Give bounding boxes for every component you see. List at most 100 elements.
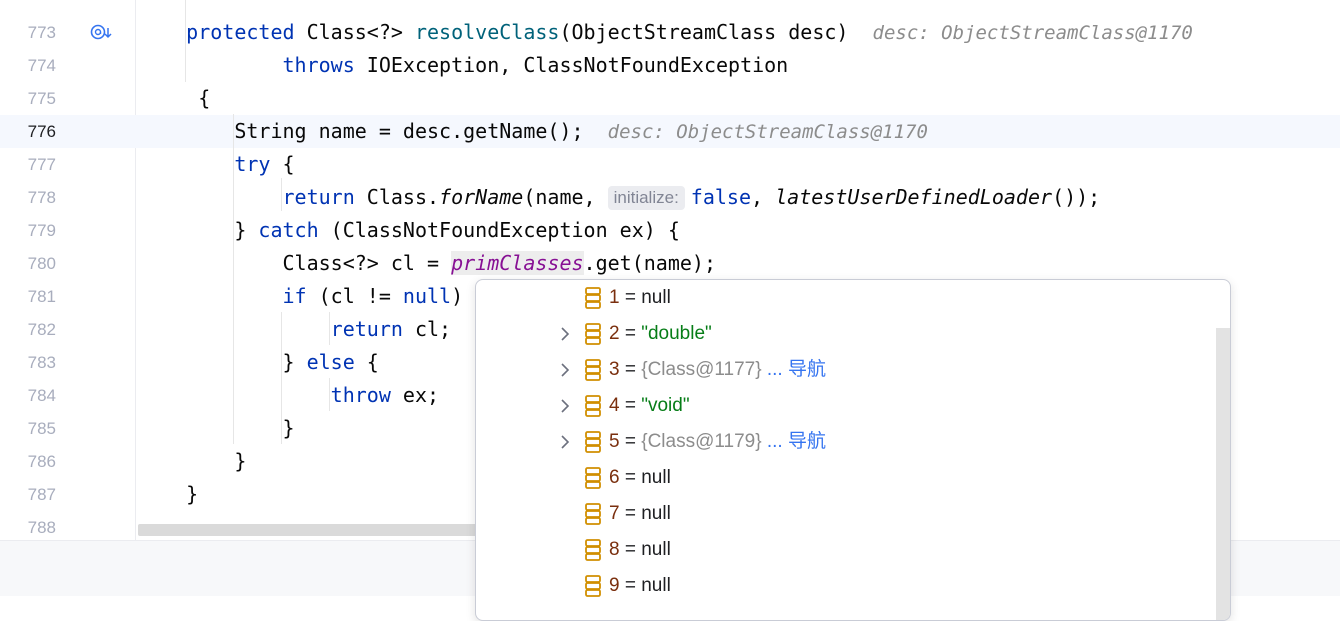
element-value: "void" [641, 395, 690, 416]
code-text[interactable]: } [138, 412, 295, 445]
code-line[interactable]: 775 { [0, 82, 1340, 115]
code-token: { [354, 350, 379, 374]
horizontal-scrollbar[interactable] [138, 524, 478, 536]
code-text[interactable]: { [138, 82, 210, 115]
code-text[interactable]: return Class.forName(name, initialize: fal… [138, 181, 1100, 214]
element-entry: 1 = null [609, 280, 671, 316]
override-method-icon[interactable] [88, 20, 114, 46]
code-text[interactable]: throw ex; [138, 379, 439, 412]
code-text[interactable]: return cl; [138, 313, 451, 346]
code-token: cl; [402, 317, 452, 341]
line-number: 785 [27, 419, 56, 438]
code-text[interactable]: } [138, 445, 246, 478]
code-text[interactable]: try { [138, 148, 295, 181]
line-number: 787 [27, 485, 56, 504]
element-value: {Class@1177} [641, 359, 767, 380]
indent-guide [329, 378, 330, 411]
equals-sign: = [619, 539, 642, 560]
array-element-row[interactable]: 8 = null [476, 532, 1216, 568]
static-method-call: forName [439, 185, 524, 209]
line-number: 778 [27, 188, 56, 207]
keyword: if [282, 284, 307, 308]
element-entry: 5 = {Class@1179} ... 导航 [609, 424, 826, 460]
code-token: ) [451, 284, 464, 308]
array-element-row[interactable]: 6 = null [476, 460, 1216, 496]
code-text[interactable]: String name = desc.getName(); desc: Obje… [138, 115, 928, 149]
equals-sign: = [619, 467, 642, 488]
keyword: throws [282, 53, 355, 77]
equals-sign: = [619, 395, 642, 416]
array-element-row[interactable]: 4 = "void" [476, 388, 1216, 424]
line-number: 780 [27, 254, 56, 273]
debug-value-popup[interactable]: 1 = null 2 = "double" 3 = {Class@1177} ...… [475, 279, 1231, 621]
array-element-row[interactable]: 9 = null [476, 568, 1216, 604]
line-number: 775 [27, 89, 56, 108]
code-line[interactable]: 777 try { [0, 148, 1340, 181]
inline-debug-value: desc: ObjectStreamClass@1170 [607, 121, 928, 143]
array-element-icon [584, 286, 602, 310]
code-text[interactable]: } catch (ClassNotFoundException ex) { [138, 214, 680, 247]
code-text[interactable]: if (cl != null) [138, 280, 464, 313]
array-element-icon [584, 466, 602, 490]
array-element-row[interactable]: 5 = {Class@1179} ... 导航 [476, 424, 1216, 460]
element-value: null [641, 539, 671, 560]
keyword: protected [186, 20, 295, 44]
indent-guide [329, 312, 330, 345]
code-token: ()); [1052, 185, 1101, 209]
equals-sign: = [619, 431, 642, 452]
inline-debug-value: desc: ObjectStreamClass@1170 [872, 22, 1193, 44]
element-index: 9 [609, 575, 620, 596]
equals-sign: = [619, 287, 642, 308]
code-text[interactable]: throws IOException, ClassNotFoundExcepti… [138, 49, 789, 82]
element-value: null [641, 467, 671, 488]
line-number: 777 [27, 155, 56, 174]
code-text[interactable]: } else { [138, 346, 379, 379]
code-line[interactable]: 778 return Class.forName(name, initialize… [0, 181, 1340, 214]
array-element-row[interactable]: 3 = {Class@1177} ... 导航 [476, 352, 1216, 388]
code-text[interactable]: protected Class<?> resolveClass(ObjectSt… [138, 16, 1193, 50]
code-token: { [270, 152, 295, 176]
code-token: (ClassNotFoundException ex) { [318, 218, 680, 242]
equals-sign: = [619, 503, 642, 524]
element-index: 8 [609, 539, 620, 560]
code-line[interactable]: 774 throws IOException, ClassNotFoundExc… [0, 49, 1340, 82]
code-line[interactable]: 780 Class<?> cl = primClasses.get(name); [0, 247, 1340, 280]
code-token: } [282, 350, 307, 374]
keyword: throw [330, 383, 391, 407]
code-token: (name, [523, 185, 596, 209]
array-element-icon [584, 394, 602, 418]
element-value: null [641, 575, 671, 596]
code-line[interactable]: 779 } catch (ClassNotFoundException ex) … [0, 214, 1340, 247]
array-element-icon [584, 502, 602, 526]
element-value: "double" [641, 323, 712, 344]
element-value: null [641, 287, 671, 308]
popup-vertical-scrollbar[interactable] [1216, 328, 1230, 620]
navigate-link[interactable]: ... 导航 [767, 431, 826, 452]
code-text[interactable]: } [138, 478, 198, 511]
element-value: {Class@1179} [641, 431, 767, 452]
line-number: 786 [27, 452, 56, 471]
array-element-icon [584, 358, 602, 382]
navigate-link[interactable]: ... 导航 [767, 359, 826, 380]
code-token: } [186, 482, 199, 506]
code-line[interactable]: 776 String name = desc.getName(); desc: … [0, 115, 1340, 148]
element-index: 2 [609, 323, 620, 344]
code-line[interactable]: 773 protected Class<?> resolveClass(Obje… [0, 16, 1340, 49]
array-element-row[interactable]: 2 = "double" [476, 316, 1216, 352]
indent-guide [233, 114, 234, 444]
array-element-icon [584, 322, 602, 346]
code-text[interactable]: Class<?> cl = primClasses.get(name); [138, 247, 716, 280]
element-entry: 7 = null [609, 496, 671, 532]
array-element-row[interactable]: 1 = null [476, 280, 1216, 316]
element-value: null [641, 503, 671, 524]
array-element-row[interactable]: 7 = null [476, 496, 1216, 532]
